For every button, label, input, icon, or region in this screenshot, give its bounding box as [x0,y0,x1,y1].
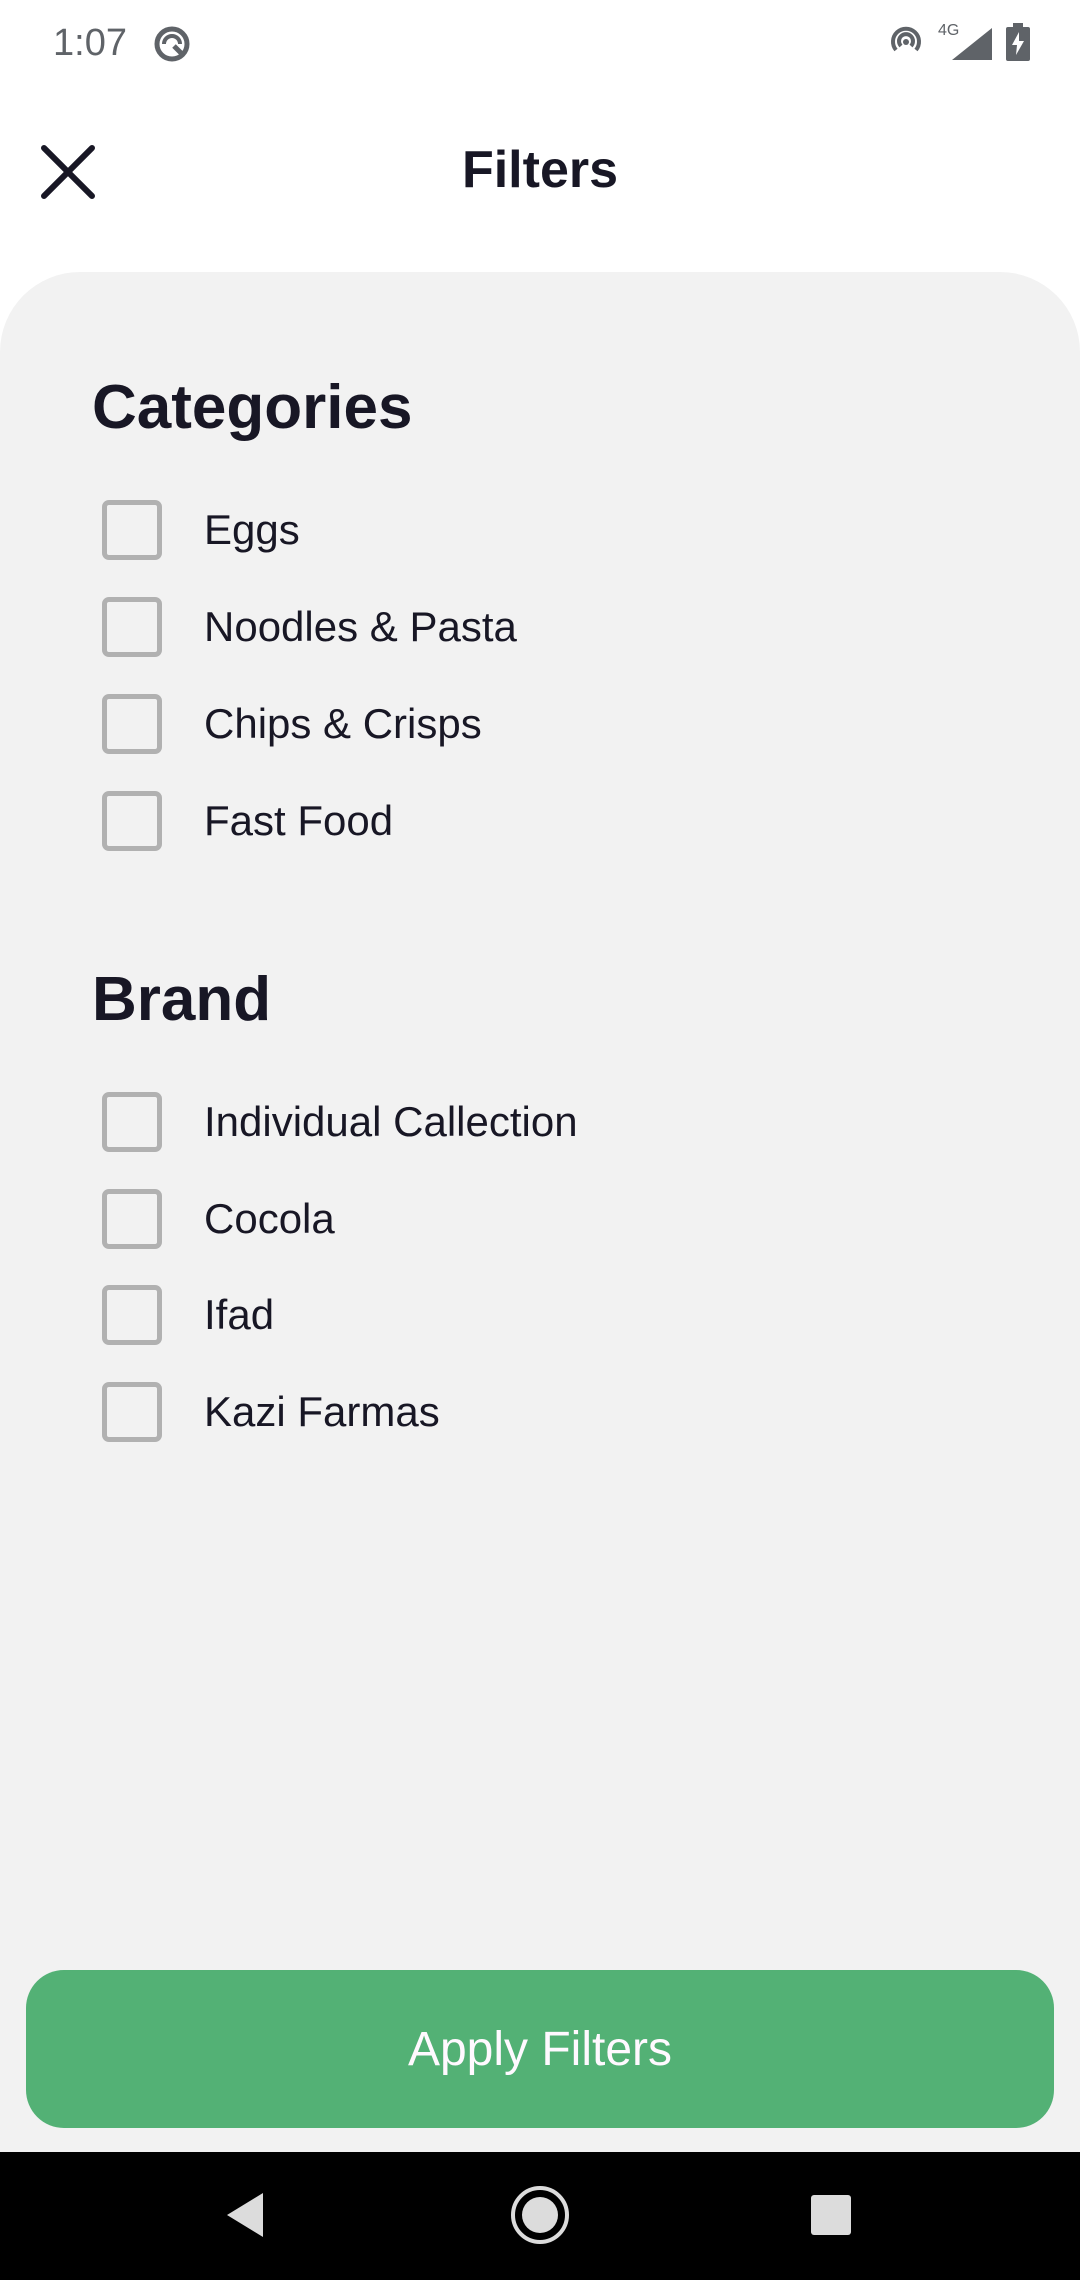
home-icon [509,2184,571,2251]
option-label: Ifad [204,1291,275,1338]
category-option-fast-food[interactable]: Fast Food [102,789,393,853]
back-icon [223,2191,267,2244]
checkbox[interactable] [102,1092,162,1152]
page-title: Filters [461,141,619,199]
checkbox[interactable] [102,500,162,560]
categories-title: Categories [92,373,413,442]
category-option-eggs[interactable]: Eggs [102,498,300,562]
apply-filters-label: Apply Filters [407,2022,673,2076]
option-label: Individual Callection [204,1098,578,1145]
hotspot-icon [888,24,924,65]
category-option-chips-crisps[interactable]: Chips & Crisps [102,692,482,756]
recents-button[interactable] [796,2182,866,2252]
header: Filters [0,90,1080,270]
signal-4g-icon: 4G [938,22,992,62]
battery-charging-icon [1006,22,1030,66]
recents-icon [810,2194,852,2241]
checkbox[interactable] [102,694,162,754]
brand-option-ifad[interactable]: Ifad [102,1283,274,1347]
brand-option-individual-callection[interactable]: Individual Callection [102,1090,578,1154]
checkbox[interactable] [102,791,162,851]
status-icons: 4G [888,22,1030,66]
brand-title: Brand [92,965,272,1034]
checkbox[interactable] [102,1382,162,1442]
option-label: Fast Food [204,797,394,844]
category-option-noodles-pasta[interactable]: Noodles & Pasta [102,595,517,659]
do-not-disturb-icon [152,24,192,64]
checkbox[interactable] [102,1285,162,1345]
back-button[interactable] [210,2182,280,2252]
status-bar: 1:07 4G [0,0,1080,90]
checkbox[interactable] [102,1189,162,1249]
brand-option-kazi-farmas[interactable]: Kazi Farmas [102,1380,440,1444]
home-button[interactable] [505,2182,575,2252]
status-time: 1:07 [53,22,127,64]
option-label: Eggs [204,506,300,553]
option-label: Noodles & Pasta [204,603,517,650]
checkbox[interactable] [102,597,162,657]
filter-sheet: Categories Eggs Noodles & Pasta Chips & … [0,272,1080,2152]
apply-filters-button[interactable]: Apply Filters [26,1970,1054,2128]
system-nav-bar [0,2152,1080,2280]
option-label: Kazi Farmas [204,1388,440,1435]
option-label: Cocola [204,1195,335,1242]
brand-option-cocola[interactable]: Cocola [102,1187,335,1251]
option-label: Chips & Crisps [204,700,482,747]
